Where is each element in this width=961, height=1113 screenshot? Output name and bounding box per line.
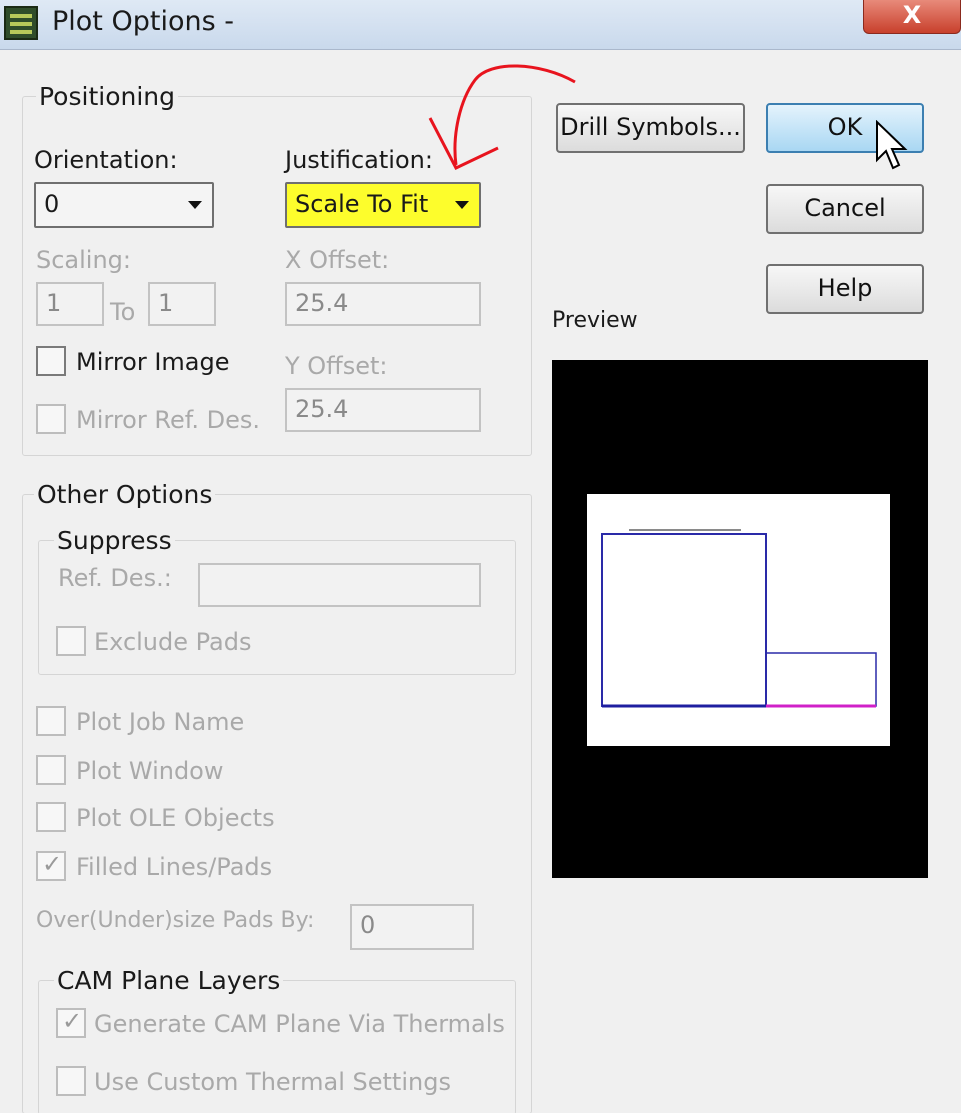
x-offset-field[interactable]: 25.4: [285, 282, 481, 326]
justification-select[interactable]: Scale To Fit: [285, 182, 481, 228]
scaling-to-field[interactable]: 1: [148, 282, 216, 326]
close-button[interactable]: X: [863, 0, 961, 34]
scaling-label: Scaling:: [36, 246, 132, 274]
x-offset-label: X Offset:: [285, 246, 390, 274]
filled-lines-label: Filled Lines/Pads: [76, 853, 273, 881]
ref-des-label: Ref. Des.:: [58, 564, 172, 592]
positioning-legend: Positioning: [36, 82, 178, 111]
suppress-legend: Suppress: [54, 526, 175, 555]
exclude-pads-checkbox[interactable]: [56, 626, 86, 656]
cam-plane-legend: CAM Plane Layers: [54, 966, 284, 995]
plot-job-name-checkbox[interactable]: [36, 706, 66, 736]
scaling-from-field[interactable]: 1: [36, 282, 104, 326]
title-bar: Plot Options - X: [0, 0, 961, 50]
orientation-value: 0: [44, 190, 60, 218]
mirror-refdes-label: Mirror Ref. Des.: [76, 406, 261, 434]
y-offset-label: Y Offset:: [285, 352, 388, 380]
oversize-label: Over(Under)size Pads By:: [36, 908, 315, 933]
mouse-cursor-icon: [876, 120, 908, 170]
filled-lines-checkbox[interactable]: ✓: [36, 850, 66, 881]
plot-ole-label: Plot OLE Objects: [76, 804, 275, 832]
chevron-down-icon: [188, 201, 202, 209]
orientation-select[interactable]: 0: [34, 182, 214, 228]
chevron-down-icon: [455, 201, 469, 209]
plot-ole-checkbox[interactable]: [36, 802, 66, 832]
mirror-image-label: Mirror Image: [76, 348, 230, 376]
ref-des-field[interactable]: [198, 563, 481, 607]
app-icon: [4, 6, 38, 40]
justification-label: Justification:: [285, 146, 433, 174]
y-offset-field[interactable]: 25.4: [285, 388, 481, 432]
plot-job-name-label: Plot Job Name: [76, 708, 245, 736]
preview-page: [587, 494, 890, 746]
generate-cam-label: Generate CAM Plane Via Thermals: [94, 1010, 505, 1038]
scaling-to-label: To: [110, 298, 136, 326]
oversize-field[interactable]: 0: [350, 904, 474, 950]
orientation-label: Orientation:: [34, 146, 178, 174]
preview-drawing: [601, 529, 877, 708]
plot-window-label: Plot Window: [76, 757, 224, 785]
check-icon: ✓: [62, 1007, 83, 1035]
preview-label: Preview: [552, 308, 638, 333]
window-title: Plot Options -: [52, 6, 234, 37]
exclude-pads-label: Exclude Pads: [94, 628, 252, 656]
justification-value: Scale To Fit: [295, 190, 429, 218]
help-button[interactable]: Help: [766, 264, 924, 314]
preview-pane: [552, 360, 928, 878]
custom-thermal-checkbox[interactable]: [56, 1066, 86, 1096]
check-icon: ✓: [42, 850, 63, 878]
mirror-refdes-checkbox[interactable]: [36, 404, 66, 434]
annotation-arrow: [428, 64, 576, 170]
custom-thermal-label: Use Custom Thermal Settings: [94, 1068, 451, 1096]
plot-window-checkbox[interactable]: [36, 755, 66, 785]
mirror-image-checkbox[interactable]: [36, 346, 66, 376]
other-options-legend: Other Options: [34, 480, 216, 509]
generate-cam-checkbox[interactable]: ✓: [56, 1007, 86, 1038]
cancel-button[interactable]: Cancel: [766, 184, 924, 234]
